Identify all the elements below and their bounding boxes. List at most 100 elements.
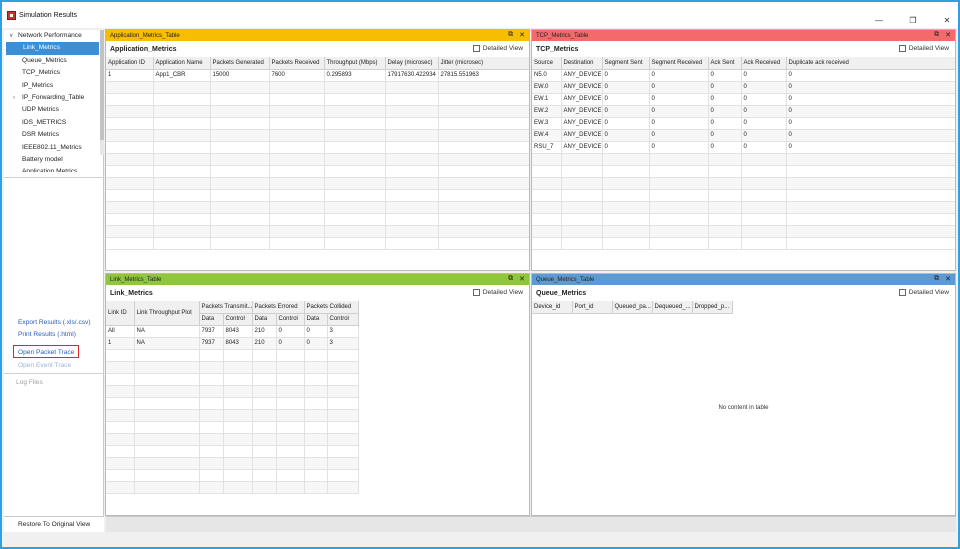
table-row[interactable] <box>106 481 359 494</box>
column-header[interactable]: Packets Received <box>269 57 325 70</box>
popout-icon[interactable]: ⧉ <box>508 275 513 283</box>
table-row[interactable] <box>106 433 359 446</box>
chevron-right-icon[interactable]: › <box>13 92 22 104</box>
table-row[interactable] <box>532 201 955 214</box>
column-header[interactable]: Duplicate ack received <box>786 57 955 70</box>
table-row[interactable] <box>106 457 359 470</box>
table-row[interactable]: All NA 7937 8043 210 0 0 3 <box>106 325 359 338</box>
column-header[interactable]: Port_id <box>572 301 613 314</box>
table-row[interactable] <box>106 385 359 398</box>
column-header[interactable]: Dropped_p... <box>692 301 733 314</box>
popout-icon[interactable]: ⧉ <box>508 31 513 39</box>
table-row[interactable]: EW.3 ANY_DEVICE 0 0 0 0 0 <box>532 117 955 130</box>
column-header[interactable]: Data <box>304 313 328 326</box>
column-header[interactable]: Delay (microsec) <box>385 57 439 70</box>
close-panel-icon[interactable]: ✕ <box>519 31 525 39</box>
table-row[interactable] <box>106 361 359 374</box>
table-row[interactable]: RSU_7 ANY_DEVICE 0 0 0 0 0 <box>532 141 955 154</box>
column-header[interactable]: Throughput (Mbps) <box>324 57 386 70</box>
column-header[interactable]: Control <box>276 313 305 326</box>
column-header[interactable]: Control <box>327 313 359 326</box>
column-header[interactable]: Destination <box>561 57 603 70</box>
table-row[interactable] <box>106 93 529 106</box>
tree-item-link-metrics[interactable]: Link_Metrics <box>6 42 99 55</box>
detailed-view-checkbox[interactable] <box>472 289 480 296</box>
close-panel-icon[interactable]: ✕ <box>945 275 951 283</box>
tree-item-application-metrics[interactable]: Application Metrics <box>4 166 100 172</box>
tree-item-network-performance[interactable]: ∨ Network Performance <box>4 30 100 42</box>
table-row[interactable]: EW.1 ANY_DEVICE 0 0 0 0 0 <box>532 93 955 106</box>
restore-view-button[interactable]: Restore To Original View <box>4 516 104 532</box>
detailed-view-checkbox[interactable] <box>898 289 906 296</box>
detailed-view-checkbox[interactable] <box>472 45 480 52</box>
table-row[interactable]: EW.4 ANY_DEVICE 0 0 0 0 0 <box>532 129 955 142</box>
tree-item-ids-metrics[interactable]: IDS_METRICS <box>4 117 100 129</box>
tree-item-udp-metrics[interactable]: UDP Metrics <box>4 104 100 116</box>
detailed-view-checkbox[interactable] <box>898 45 906 52</box>
tree-scrollbar[interactable] <box>100 30 104 155</box>
column-header[interactable]: Data <box>252 313 277 326</box>
scrollbar-thumb[interactable] <box>100 30 104 140</box>
tree-item-ip-metrics[interactable]: IP_Metrics <box>4 80 100 92</box>
column-header[interactable]: Ack Received <box>741 57 787 70</box>
table-row[interactable]: N5.0 ANY_DEVICE 0 0 0 0 0 <box>532 69 955 82</box>
close-icon[interactable]: ✕ <box>942 16 952 26</box>
table-row[interactable] <box>532 213 955 226</box>
minimize-icon[interactable]: — <box>874 16 884 26</box>
table-row[interactable] <box>532 225 955 238</box>
column-header[interactable]: Jitter (microsec) <box>438 57 529 70</box>
table-row[interactable] <box>106 445 359 458</box>
table-row[interactable] <box>106 237 529 250</box>
table-row[interactable] <box>106 153 529 166</box>
table-row[interactable] <box>106 81 529 94</box>
column-header[interactable]: Ack Sent <box>708 57 742 70</box>
column-header[interactable]: Device_id <box>532 301 573 314</box>
detailed-view-toggle[interactable]: Detailed View <box>898 45 949 52</box>
detailed-view-toggle[interactable]: Detailed View <box>472 289 523 296</box>
chevron-down-icon[interactable]: ∨ <box>9 30 18 42</box>
table-row[interactable] <box>106 397 359 410</box>
column-header[interactable]: Dequeued_... <box>652 301 693 314</box>
column-header[interactable]: Segment Received <box>649 57 709 70</box>
table-row[interactable] <box>106 213 529 226</box>
table-row[interactable] <box>106 409 359 422</box>
table-row[interactable] <box>106 469 359 482</box>
table-row[interactable] <box>532 237 955 250</box>
table-row[interactable] <box>106 177 529 190</box>
table-row[interactable] <box>106 421 359 434</box>
table-row[interactable] <box>106 117 529 130</box>
export-results-link[interactable]: Export Results (.xls/.csv) <box>18 319 91 326</box>
table-row[interactable] <box>106 349 359 362</box>
restore-window-icon[interactable]: ❐ <box>908 16 918 26</box>
column-header[interactable]: Source <box>532 57 562 70</box>
tree-item-dsr-metrics[interactable]: DSR Metrics <box>4 129 100 141</box>
table-row[interactable] <box>106 129 529 142</box>
tree-item-ieee80211-metrics[interactable]: IEEE802.11_Metrics <box>4 142 100 154</box>
column-header[interactable]: Application Name <box>153 57 211 70</box>
table-row[interactable] <box>532 177 955 190</box>
detailed-view-toggle[interactable]: Detailed View <box>472 45 523 52</box>
column-header[interactable]: Link Throughput Plot <box>134 301 200 326</box>
table-row[interactable] <box>532 189 955 202</box>
column-header[interactable]: Application ID <box>106 57 154 70</box>
table-row[interactable] <box>532 165 955 178</box>
column-header[interactable]: Link ID <box>106 301 135 326</box>
popout-icon[interactable]: ⧉ <box>934 275 939 283</box>
column-header[interactable]: Segment Sent <box>602 57 650 70</box>
table-row[interactable]: 1 NA 7937 8043 210 0 0 3 <box>106 337 359 350</box>
close-panel-icon[interactable]: ✕ <box>519 275 525 283</box>
column-header[interactable]: Control <box>223 313 253 326</box>
column-header[interactable]: Data <box>199 313 224 326</box>
close-panel-icon[interactable]: ✕ <box>945 31 951 39</box>
table-row[interactable] <box>532 153 955 166</box>
open-packet-trace-link[interactable]: Open Packet Trace <box>18 349 74 356</box>
column-group-header[interactable]: Packets Transmit... <box>199 301 253 314</box>
popout-icon[interactable]: ⧉ <box>934 31 939 39</box>
column-group-header[interactable]: Packets Errored <box>252 301 305 314</box>
table-row[interactable] <box>106 165 529 178</box>
column-header[interactable]: Queued_pa... <box>612 301 653 314</box>
table-row[interactable] <box>106 189 529 202</box>
tree-item-battery-model[interactable]: Battery model <box>4 154 100 166</box>
tree-item-ip-forwarding-table[interactable]: › IP_Forwarding_Table <box>4 92 100 104</box>
table-row[interactable] <box>106 201 529 214</box>
